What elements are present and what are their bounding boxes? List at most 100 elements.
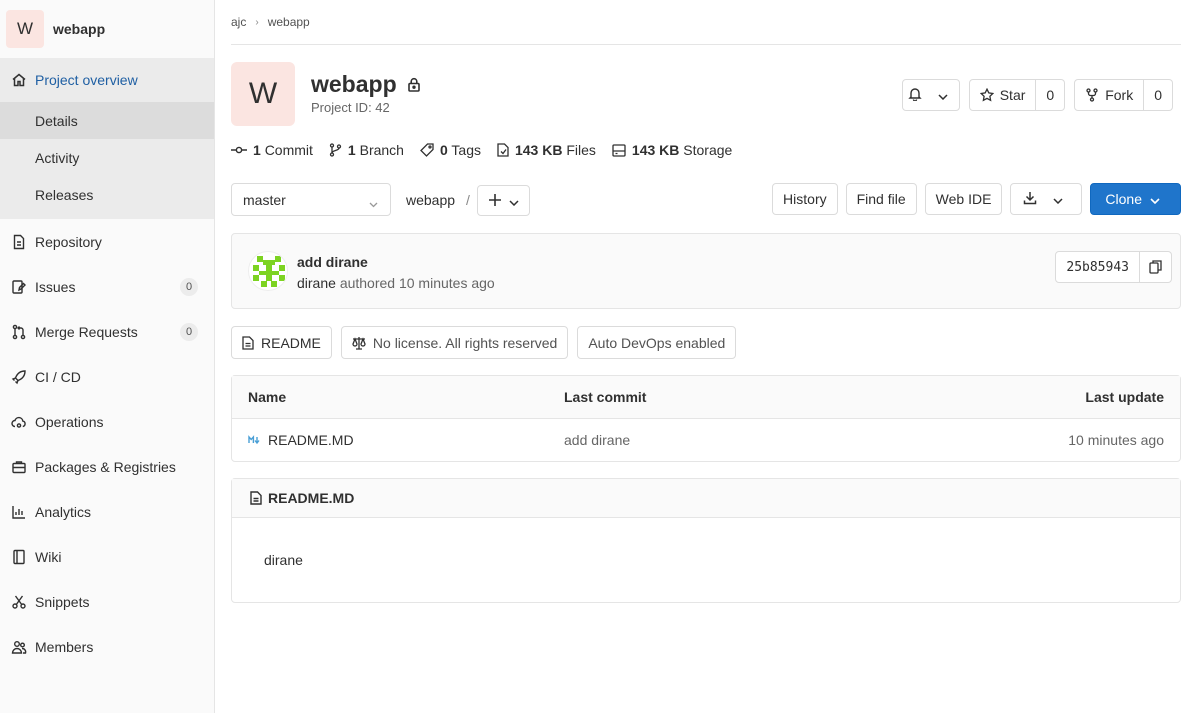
commit-title[interactable]: add dirane [297, 254, 368, 270]
doc-icon [11, 234, 27, 250]
sidebar-subitem-activity[interactable]: Activity [0, 139, 214, 176]
project-actions: Star 0 Fork 0 [901, 79, 1173, 111]
scissors-icon [11, 594, 27, 610]
sidebar-item-snippets[interactable]: Snippets [0, 579, 214, 624]
plus-icon [488, 193, 501, 209]
project-id: Project ID: 42 [311, 100, 390, 115]
star-count[interactable]: 0 [1036, 79, 1066, 111]
col-last-update-header: Last update [1085, 389, 1164, 405]
sidebar-item-wiki[interactable]: Wiki [0, 534, 214, 579]
stat-tags[interactable]: 0 Tags [420, 142, 481, 158]
sidebar-item-label: Issues [35, 278, 76, 295]
rocket-icon [11, 369, 27, 385]
stat-branches[interactable]: 1 Branch [329, 142, 404, 158]
add-file-dropdown[interactable] [477, 185, 530, 216]
sidebar-item-analytics[interactable]: Analytics [0, 489, 214, 534]
auto-devops-button[interactable]: Auto DevOps enabled [577, 326, 737, 359]
commit-icon [231, 146, 247, 154]
repo-path: webapp / [406, 192, 470, 208]
breadcrumb-item-ajc[interactable]: ajc [231, 15, 246, 29]
storage-icon [612, 143, 626, 157]
commit-meta: dirane authored 10 minutes ago [297, 275, 495, 291]
col-last-commit-header: Last commit [564, 389, 647, 405]
copy-sha-button[interactable] [1140, 251, 1172, 283]
merge-request-icon [11, 324, 27, 340]
path-root[interactable]: webapp [406, 192, 455, 208]
fork-count[interactable]: 0 [1144, 79, 1173, 111]
scale-icon [352, 336, 366, 350]
commit-sha[interactable]: 25b85943 [1055, 251, 1140, 283]
sidebar-item-repository[interactable]: Repository [0, 219, 214, 264]
download-dropdown[interactable] [1010, 183, 1083, 215]
lock-icon [407, 77, 421, 92]
sidebar-item-project-overview[interactable]: Project overview [0, 58, 214, 102]
readme-header: README.MD [232, 479, 1180, 518]
sidebar-item-merge-requests[interactable]: Merge Requests 0 [0, 309, 214, 354]
cloud-gear-icon [11, 414, 27, 430]
file-commit-cell[interactable]: add dirane [564, 432, 630, 448]
commit-author[interactable]: dirane [297, 275, 336, 291]
file-icon [497, 143, 509, 157]
home-icon [11, 72, 27, 88]
chevron-down-icon [1053, 191, 1069, 207]
license-button-label: No license. All rights reserved [372, 334, 558, 351]
project-stats: 1 Commit 1 Branch 0 Tags 143 KB Files 14… [231, 142, 732, 158]
book-icon [11, 549, 27, 565]
chevron-down-icon [508, 193, 519, 209]
avatar[interactable] [248, 251, 288, 291]
sidebar-item-ci-cd[interactable]: CI / CD [0, 354, 214, 399]
commit-time: authored 10 minutes ago [339, 275, 495, 291]
find-file-button[interactable]: Find file [845, 183, 917, 215]
sidebar-item-label: CI / CD [35, 368, 81, 385]
sidebar-item-label: Members [35, 638, 94, 655]
stat-commits[interactable]: 1 Commit [231, 142, 313, 158]
file-tree-table: Name Last commit Last update README.MD a… [231, 375, 1181, 462]
commit-sha-group: 25b85943 [1055, 251, 1172, 283]
chevron-right-icon: › [255, 16, 259, 28]
main-content: ajc › webapp W webapp Project ID: 42 Sta… [231, 0, 1181, 603]
package-icon [11, 459, 27, 475]
sidebar-item-packages-registries[interactable]: Packages & Registries [0, 444, 214, 489]
web-ide-button[interactable]: Web IDE [924, 183, 1003, 215]
sidebar-item-label: Snippets [35, 593, 90, 610]
breadcrumb: ajc › webapp [231, 0, 1181, 45]
clone-dropdown[interactable]: Clone [1090, 183, 1181, 215]
table-header: Name Last commit Last update [232, 376, 1180, 419]
readme-title[interactable]: README.MD [268, 490, 354, 506]
stat-storage: 143 KB Storage [612, 142, 732, 158]
branch-name: master [243, 191, 286, 208]
history-button[interactable]: History [772, 183, 838, 215]
path-separator: / [466, 192, 470, 208]
breadcrumb-item-webapp[interactable]: webapp [268, 15, 310, 29]
repo-actions: History Find file Web IDE Clone [772, 183, 1181, 215]
star-button[interactable]: Star [968, 79, 1037, 111]
issues-count-badge: 0 [180, 277, 198, 296]
table-row[interactable]: README.MD add dirane 10 minutes ago [232, 419, 1180, 461]
col-name-header: Name [248, 389, 287, 405]
repo-toolbar: master webapp / History Find file Web IDE [231, 183, 1181, 216]
file-name-cell[interactable]: README.MD [248, 432, 354, 448]
sidebar-item-label: Packages & Registries [35, 458, 176, 475]
sidebar-subnav: Details Activity Releases [0, 102, 214, 219]
sidebar-item-operations[interactable]: Operations [0, 399, 214, 444]
doc-icon [242, 335, 254, 350]
notification-dropdown[interactable] [901, 79, 960, 111]
sidebar-item-label: Repository [35, 233, 102, 250]
sidebar-item-label: Merge Requests [35, 323, 138, 340]
project-buttons: README No license. All rights reserved A… [231, 326, 737, 359]
page-title: webapp [311, 71, 421, 98]
fork-button[interactable]: Fork [1074, 79, 1145, 111]
branch-dropdown[interactable]: master [231, 183, 391, 216]
tag-icon [420, 143, 434, 157]
readme-button[interactable]: README [231, 326, 332, 359]
bell-icon [908, 87, 928, 104]
license-button[interactable]: No license. All rights reserved [340, 326, 569, 359]
fork-label: Fork [1105, 87, 1134, 103]
sidebar-project-header[interactable]: W webapp [0, 0, 214, 58]
copy-icon [1149, 260, 1162, 274]
project-header: W webapp Project ID: 42 Star 0 Fork 0 [231, 62, 1181, 142]
sidebar-item-members[interactable]: Members [0, 624, 214, 669]
sidebar-subitem-details[interactable]: Details [0, 102, 214, 139]
sidebar-subitem-releases[interactable]: Releases [0, 176, 214, 213]
sidebar-item-issues[interactable]: Issues 0 [0, 264, 214, 309]
